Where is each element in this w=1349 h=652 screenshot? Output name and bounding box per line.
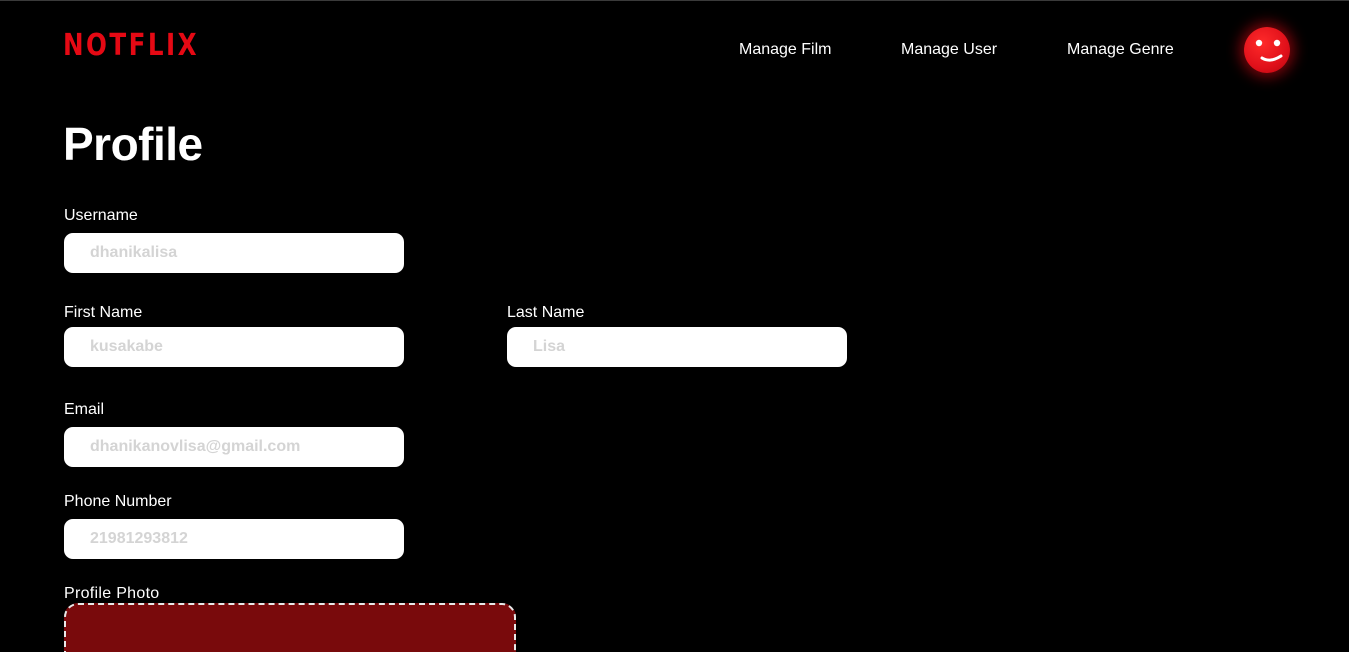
email-label: Email [64,401,105,418]
profile-photo-label: Profile Photo [64,585,160,602]
last-name-input[interactable] [507,327,847,367]
nav-manage-genre[interactable]: Manage Genre [1067,39,1174,61]
page-title: Profile [63,118,203,170]
last-name-label: Last Name [507,304,585,321]
profile-page: NOTFLIX Manage Film Manage User Manage G… [0,0,1349,652]
smiley-face-icon [1255,39,1283,62]
username-label: Username [64,207,138,224]
nav-manage-user[interactable]: Manage User [901,39,997,61]
top-navigation: Manage Film Manage User Manage Genre [0,39,1349,63]
profile-photo-upload-area[interactable] [64,603,516,652]
email-input[interactable] [64,427,404,467]
phone-number-label: Phone Number [64,493,172,510]
nav-manage-film[interactable]: Manage Film [739,39,831,61]
username-input[interactable] [64,233,404,273]
first-name-input[interactable] [64,327,404,367]
avatar[interactable] [1244,27,1290,73]
phone-number-input[interactable] [64,519,404,559]
first-name-label: First Name [64,304,143,321]
